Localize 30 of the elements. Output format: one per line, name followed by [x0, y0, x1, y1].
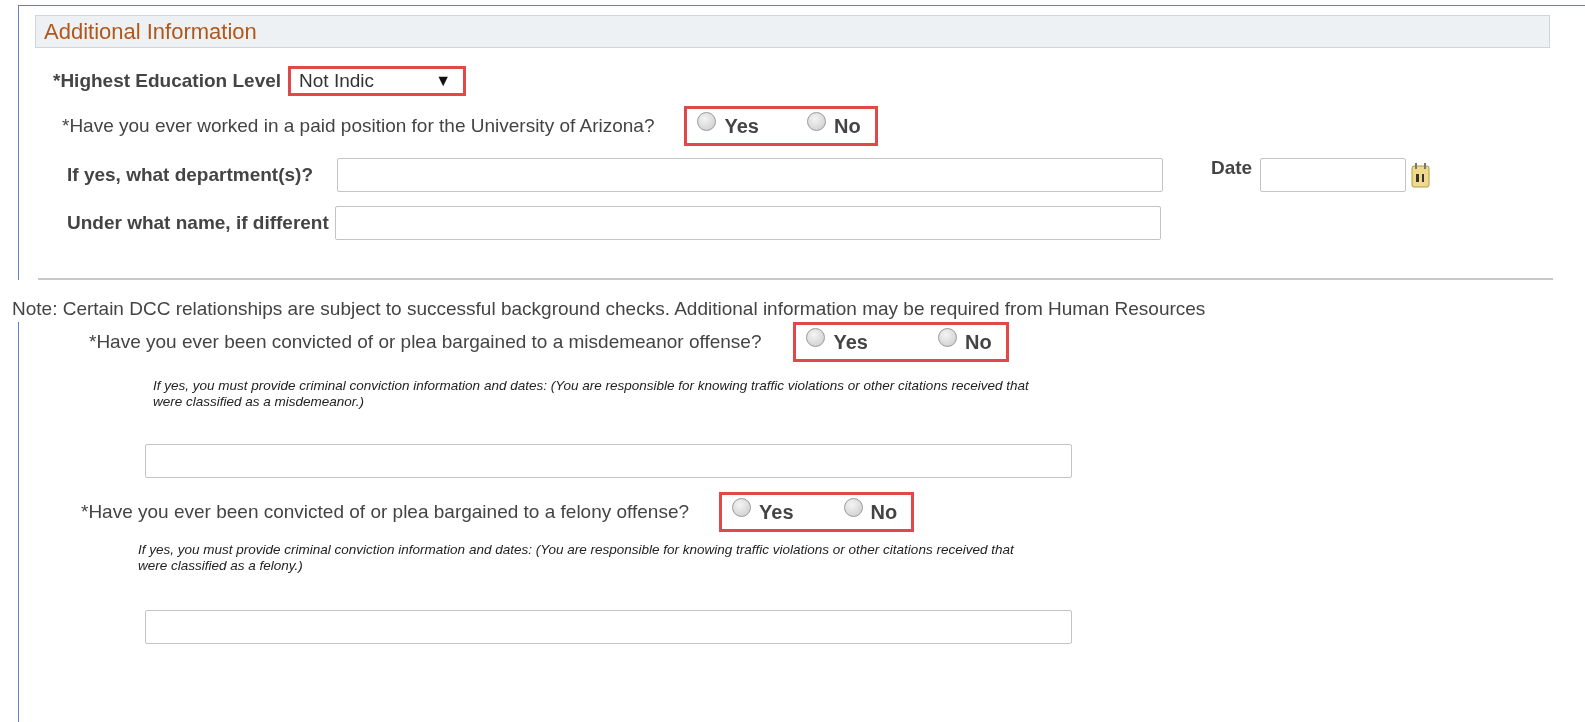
field-label: If yes, what department(s)? — [67, 164, 313, 186]
education-dropdown[interactable]: Not Indic ▼ — [288, 66, 467, 96]
radio-option[interactable]: Yes — [732, 500, 794, 524]
date-field[interactable] — [1260, 158, 1407, 192]
radio-option[interactable]: No — [843, 500, 898, 524]
conviction-field[interactable] — [145, 610, 1072, 645]
radio-button[interactable] — [697, 111, 717, 131]
hint-text: If yes, you must provide criminal conviction information and dates: (You are responsible for knowing traffic violations or other citations received that were classified as a felony.) — [138, 542, 1015, 574]
section-title: Additional Information — [44, 18, 257, 45]
question-text: *Have you ever been convicted of or plea bargained to a felony offense? — [81, 501, 690, 524]
question-text: *Have you ever worked in a paid position for the University of Arizona? — [62, 115, 655, 137]
conviction-field[interactable] — [145, 444, 1072, 479]
radio-button[interactable] — [732, 497, 752, 517]
radio-option[interactable]: No — [937, 330, 992, 354]
calendar-icon[interactable] — [1411, 162, 1432, 188]
department-field[interactable] — [337, 158, 1163, 192]
name-field[interactable] — [334, 206, 1161, 240]
field-label: Under what name, if different — [67, 212, 329, 234]
hint-text: If yes, you must provide criminal conviction information and dates: (You are responsible for knowing traffic violations or other citations received that were classified as a misdemeanor.) — [153, 378, 1030, 410]
field-label: *Highest Education Level — [53, 70, 282, 92]
radio-option[interactable]: No — [806, 114, 861, 138]
note-text: Note: Certain DCC relationships are subject to successful background checks. Additional information may be required from Human Resources — [12, 298, 1207, 320]
field-label: Date — [1211, 157, 1253, 179]
radio-button[interactable] — [806, 111, 826, 131]
radio-button[interactable] — [843, 497, 863, 517]
radio-option[interactable]: Yes — [697, 114, 759, 138]
question-text: *Have you ever been convicted of or plea bargained to a misdemeanor offense? — [89, 331, 762, 353]
radio-option[interactable]: Yes — [806, 330, 868, 354]
radio-button[interactable] — [937, 327, 957, 347]
radio-button[interactable] — [806, 327, 826, 347]
